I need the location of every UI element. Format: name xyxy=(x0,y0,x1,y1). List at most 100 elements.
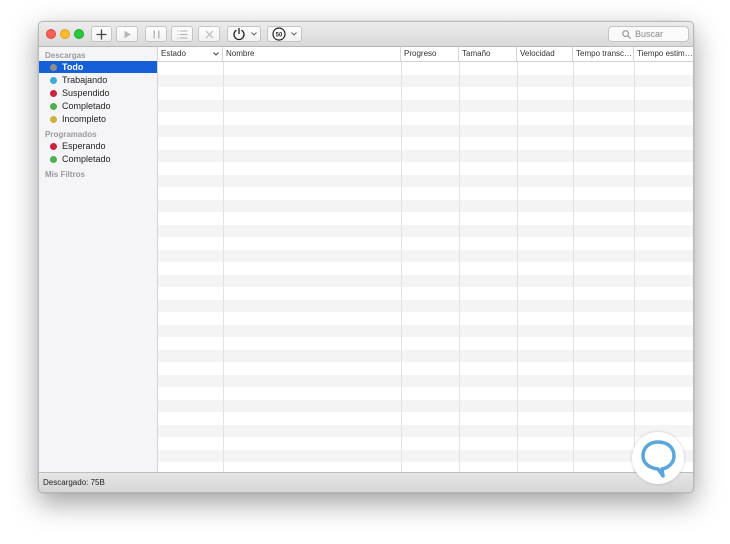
logo-icon xyxy=(641,440,676,478)
table-row xyxy=(158,349,693,362)
table-row xyxy=(158,74,693,87)
column-header-label: Estado xyxy=(161,49,186,58)
power-icon xyxy=(233,28,245,41)
table-row xyxy=(158,137,693,150)
sidebar-item-completado[interactable]: Completado xyxy=(39,100,157,112)
table-row xyxy=(158,312,693,325)
column-header-velocidad[interactable]: Velocidad xyxy=(517,47,573,61)
sidebar-item-label: Esperando xyxy=(62,141,106,151)
table-row xyxy=(158,424,693,437)
status-dot-icon xyxy=(50,115,57,123)
sidebar-item-label: Incompleto xyxy=(62,114,107,124)
cancel-button[interactable] xyxy=(198,26,220,42)
table-row xyxy=(158,362,693,375)
status-dot-icon xyxy=(50,89,57,97)
table-row xyxy=(158,62,693,75)
table-row xyxy=(158,249,693,262)
table-row xyxy=(158,437,693,450)
close-icon xyxy=(205,30,213,38)
table-row xyxy=(158,337,693,350)
table-row xyxy=(158,174,693,187)
table-row xyxy=(158,99,693,112)
table-row xyxy=(158,412,693,425)
search-field[interactable]: Buscar xyxy=(608,26,689,42)
downloads-table-body xyxy=(158,62,693,472)
play-icon xyxy=(124,30,131,38)
column-header-nombre[interactable]: Nombre xyxy=(223,47,401,61)
sidebar-section-mis-filtros: Mis Filtros xyxy=(45,170,86,179)
sidebar-section-descargas: Descargas xyxy=(45,51,86,60)
close-window-button[interactable] xyxy=(46,29,56,39)
column-divider xyxy=(634,62,635,472)
chevron-down-icon xyxy=(213,52,219,56)
table-row xyxy=(158,262,693,275)
column-divider xyxy=(573,62,574,472)
table-row xyxy=(158,187,693,200)
column-divider xyxy=(517,62,518,472)
sidebar-section-programados: Programados xyxy=(45,130,97,139)
toolbar: 50 Buscar xyxy=(39,22,693,47)
table-row xyxy=(158,112,693,125)
sidebar-item-programados-completado[interactable]: Completado xyxy=(39,153,157,165)
table-row xyxy=(158,212,693,225)
speed-limit-value: 50 xyxy=(276,32,283,38)
sidebar-item-label: Todo xyxy=(62,62,84,72)
status-bar: Descargado: 75B xyxy=(39,472,693,492)
list-view-button[interactable] xyxy=(171,26,193,42)
sidebar: Descargas Todo Trabajando Suspendido Com… xyxy=(39,47,158,472)
table-header: Estado Nombre Progreso Tamaño Velocidad … xyxy=(158,47,693,62)
sidebar-item-label: Suspendido xyxy=(62,88,110,98)
table-row xyxy=(158,449,693,462)
table-row xyxy=(158,124,693,137)
search-icon xyxy=(622,29,631,39)
column-divider xyxy=(459,62,460,472)
sidebar-item-todo[interactable]: Todo xyxy=(39,61,157,73)
table-row xyxy=(158,374,693,387)
table-row xyxy=(158,287,693,300)
power-menu-button[interactable] xyxy=(227,26,261,42)
sidebar-item-incompleto[interactable]: Incompleto xyxy=(39,113,157,125)
sidebar-item-label: Completado xyxy=(62,101,111,111)
resume-button[interactable] xyxy=(116,26,138,42)
speed-limit-icon: 50 xyxy=(272,27,286,41)
table-row xyxy=(158,387,693,400)
column-divider xyxy=(223,62,224,472)
plus-icon xyxy=(96,29,107,39)
sidebar-item-suspendido[interactable]: Suspendido xyxy=(39,87,157,99)
column-divider xyxy=(401,62,402,472)
status-dot-icon xyxy=(50,102,57,110)
column-header-tamano[interactable]: Tamaño xyxy=(459,47,517,61)
zoom-window-button[interactable] xyxy=(74,29,84,39)
add-download-button[interactable] xyxy=(91,26,112,42)
pause-button[interactable] xyxy=(145,26,167,42)
table-row xyxy=(158,324,693,337)
downloaded-total: Descargado: 75B xyxy=(43,478,105,487)
column-header-progreso[interactable]: Progreso xyxy=(401,47,459,61)
sidebar-item-trabajando[interactable]: Trabajando xyxy=(39,74,157,86)
table-row xyxy=(158,462,693,472)
sidebar-item-label: Completado xyxy=(62,154,111,164)
column-header-estado[interactable]: Estado xyxy=(158,47,223,61)
table-row xyxy=(158,199,693,212)
status-dot-icon xyxy=(50,63,57,71)
search-placeholder: Buscar xyxy=(635,29,664,39)
sidebar-item-esperando[interactable]: Esperando xyxy=(39,140,157,152)
pause-icon xyxy=(153,30,159,38)
table-row xyxy=(158,149,693,162)
status-dot-icon xyxy=(50,142,57,150)
table-row xyxy=(158,274,693,287)
status-dot-icon xyxy=(50,76,57,84)
column-header-tiempo-transcurrido[interactable]: Tempo transc… xyxy=(573,47,634,61)
chevron-down-icon xyxy=(291,32,297,36)
column-header-tiempo-estimado[interactable]: Tiempo estim… xyxy=(634,47,693,61)
sidebar-item-label: Trabajando xyxy=(62,75,108,85)
table-row xyxy=(158,299,693,312)
table-row xyxy=(158,87,693,100)
speed-limit-button[interactable]: 50 xyxy=(267,26,302,42)
list-icon xyxy=(177,30,187,38)
app-window: 50 Buscar Descargas Todo Trabajando Susp… xyxy=(38,21,694,493)
minimize-window-button[interactable] xyxy=(60,29,70,39)
status-dot-icon xyxy=(50,155,57,163)
table-row xyxy=(158,224,693,237)
table-row xyxy=(158,399,693,412)
